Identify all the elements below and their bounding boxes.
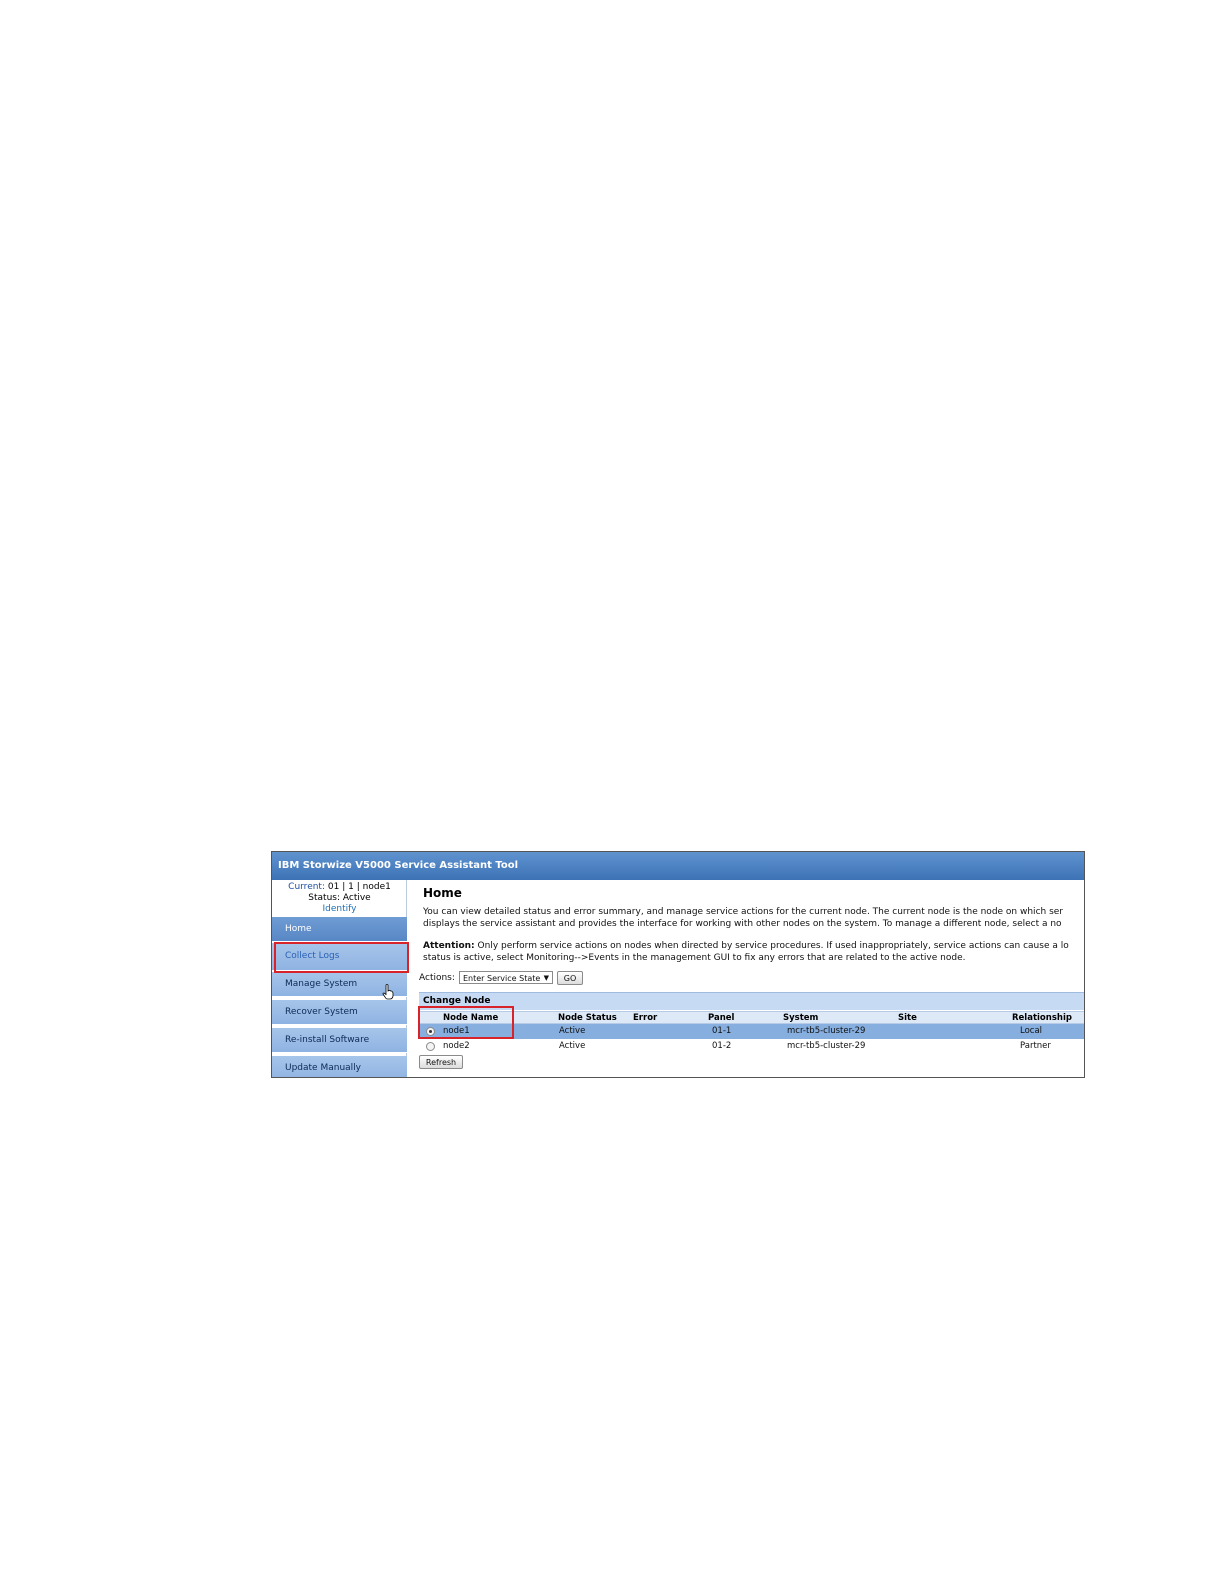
node-table-header: Node Name Node Status Error Panel System… <box>419 1011 1084 1024</box>
status-value: Active <box>342 893 371 903</box>
triangle-down-icon: ▼ <box>543 974 549 982</box>
status-label: Status: <box>308 893 340 903</box>
current-label: Current: <box>288 882 325 892</box>
sidebar-item-collect-logs[interactable]: Collect Logs <box>272 943 407 971</box>
sidebar-item-home[interactable]: Home <box>272 917 407 942</box>
column-site[interactable]: Site <box>898 1013 917 1023</box>
refresh-button[interactable]: Refresh <box>419 1055 463 1069</box>
main-content: Home You can view detailed status and er… <box>418 880 1084 1077</box>
cell-system: mcr-tb5-cluster-29 <box>787 1041 866 1051</box>
description-line-1: You can view detailed status and error s… <box>423 907 1064 917</box>
attention-text-1: Only perform service actions on nodes wh… <box>477 941 1069 951</box>
current-node-info: Current: 01 | 1 | node1 Status: Active I… <box>272 882 407 915</box>
service-assistant-screenshot: IBM Storwize V5000 Service Assistant Too… <box>271 851 1085 1078</box>
change-node-title: Change Node <box>423 996 491 1006</box>
cell-system: mcr-tb5-cluster-29 <box>787 1026 866 1036</box>
separator: | <box>356 882 360 892</box>
cell-node-name: node2 <box>443 1041 470 1051</box>
cell-panel: 01-1 <box>712 1026 732 1036</box>
page-title: Home <box>423 886 462 900</box>
actions-selected-value: Enter Service State <box>463 974 541 983</box>
sidebar: Current: 01 | 1 | node1 Status: Active I… <box>272 880 409 1077</box>
description-line-2: displays the service assistant and provi… <box>423 919 1062 929</box>
current-slot: 1 <box>348 882 354 892</box>
table-row[interactable]: node2 Active 01-2 mcr-tb5-cluster-29 Par… <box>419 1039 1084 1054</box>
radio-button-icon[interactable] <box>426 1042 435 1051</box>
column-node-name[interactable]: Node Name <box>443 1013 498 1023</box>
column-system[interactable]: System <box>783 1013 818 1023</box>
actions-select[interactable]: Enter Service State ▼ <box>459 971 553 984</box>
table-row[interactable]: node1 Active 01-1 mcr-tb5-cluster-29 Loc… <box>419 1024 1084 1039</box>
sidebar-item-reinstall-software[interactable]: Re-install Software <box>272 1028 407 1053</box>
cell-node-name: node1 <box>443 1026 470 1036</box>
column-error[interactable]: Error <box>633 1013 657 1023</box>
cell-relationship: Partner <box>1020 1041 1051 1051</box>
cell-node-status: Active <box>559 1026 586 1036</box>
attention-label: Attention: <box>423 941 475 951</box>
radio-button-icon[interactable] <box>426 1027 435 1036</box>
hand-pointer-icon <box>382 984 394 1000</box>
sidebar-item-recover-system[interactable]: Recover System <box>272 1000 407 1025</box>
cell-panel: 01-2 <box>712 1041 732 1051</box>
current-enclosure: 01 <box>327 882 340 892</box>
go-button[interactable]: GO <box>557 971 583 985</box>
attention-line-1: Attention: Only perform service actions … <box>423 940 1084 952</box>
sidebar-item-update-manually[interactable]: Update Manually <box>272 1056 407 1077</box>
actions-label: Actions: <box>419 973 455 983</box>
identify-link[interactable]: Identify <box>323 904 357 914</box>
window-title: IBM Storwize V5000 Service Assistant Too… <box>272 852 1084 880</box>
column-node-status[interactable]: Node Status <box>558 1013 617 1023</box>
column-relationship[interactable]: Relationship <box>1012 1013 1072 1023</box>
cell-relationship: Local <box>1020 1026 1043 1036</box>
cell-node-status: Active <box>559 1041 586 1051</box>
current-node-name: node1 <box>362 882 391 892</box>
attention-line-2: status is active, select Monitoring-->Ev… <box>423 953 966 963</box>
change-node-header: Change Node <box>419 992 1084 1010</box>
separator: | <box>342 882 346 892</box>
column-panel[interactable]: Panel <box>708 1013 734 1023</box>
